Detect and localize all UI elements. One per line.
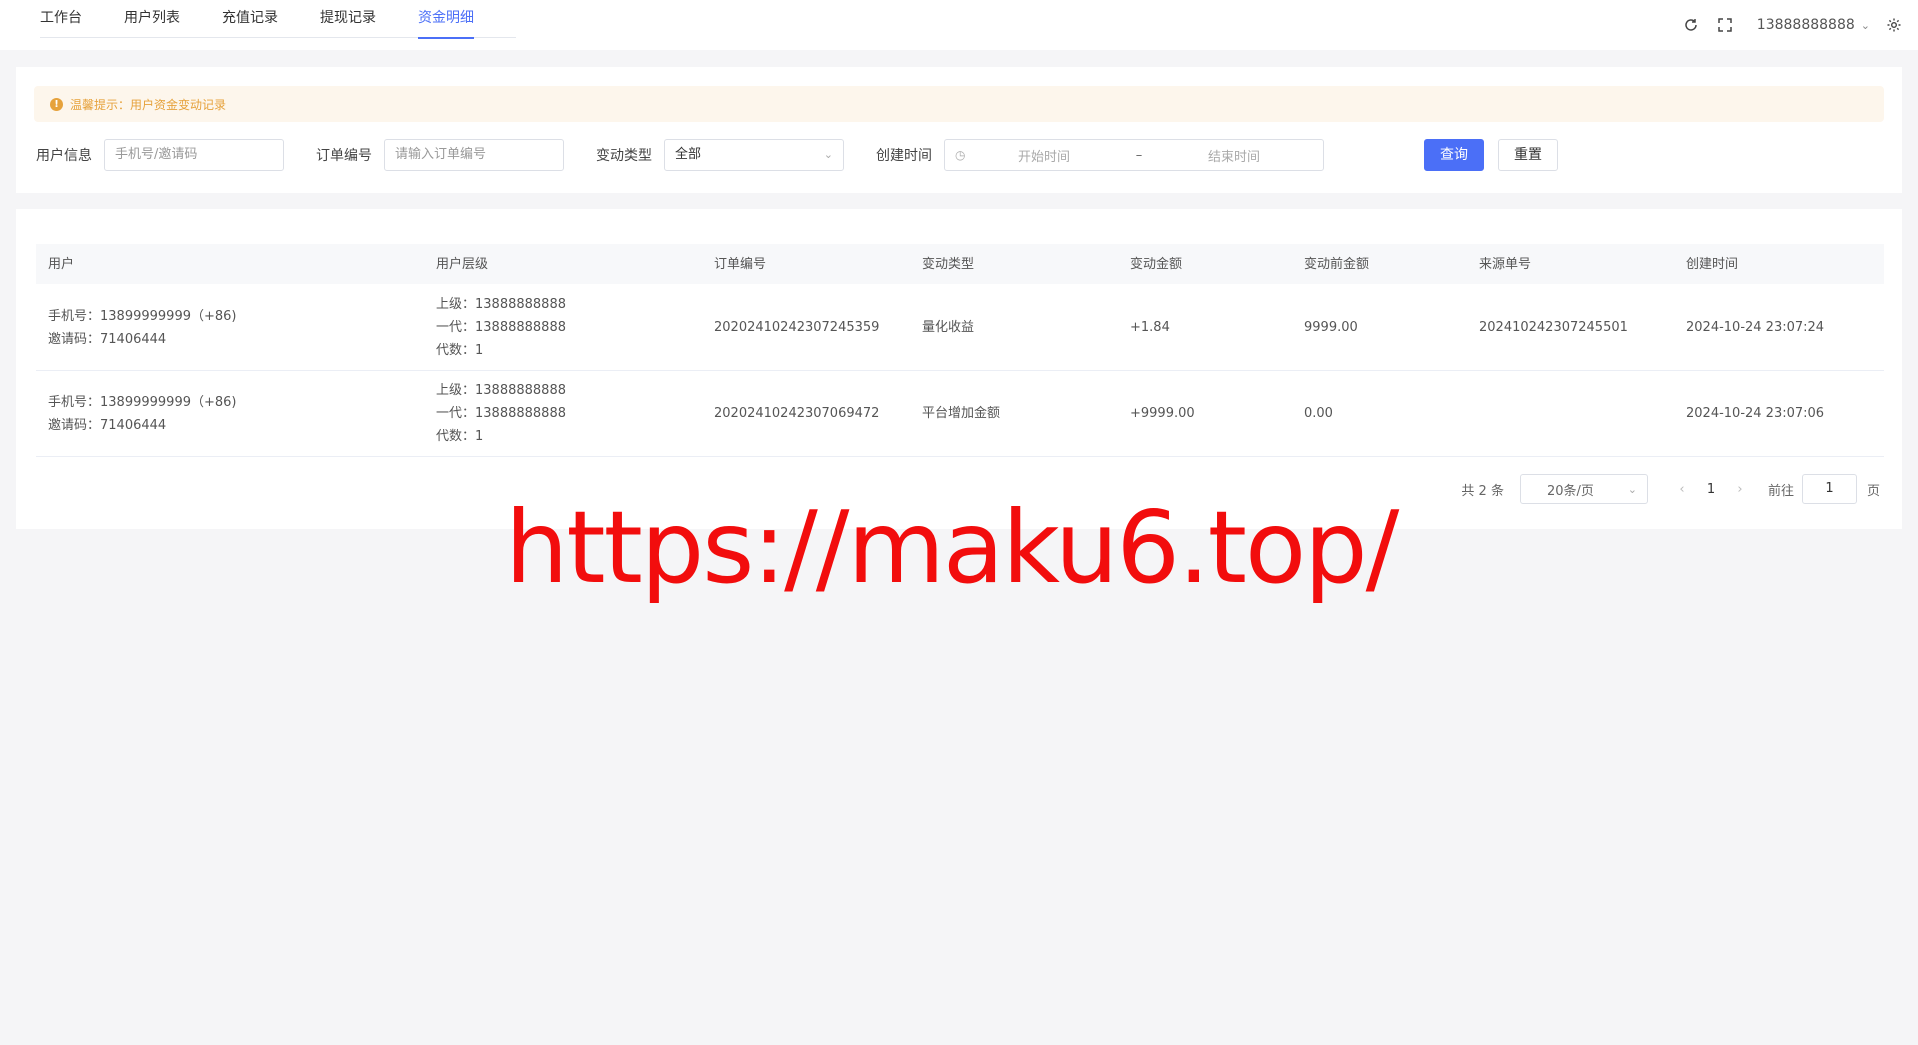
goto-label: 前往 — [1767, 483, 1794, 499]
user-phone: 手机号：13899999999（+86) — [48, 394, 237, 410]
col-source-no: 来源单号 — [1479, 256, 1532, 272]
user-info-label: 用户信息 — [36, 148, 92, 164]
change-amount-cell: +1.84 — [1130, 320, 1170, 335]
tip-alert: ! 温馨提示：用户资金变动记录 — [34, 86, 1884, 122]
change-type-cell: 平台增加金额 — [922, 406, 1001, 421]
order-no-label: 订单编号 — [316, 148, 372, 164]
chevron-down-icon: ⌄ — [1627, 482, 1637, 496]
table-header: 用户 用户层级 订单编号 变动类型 变动金额 变动前金额 来源单号 创建时间 — [36, 244, 1884, 284]
pagination: 共 2 条 20条/页 ⌄ ‹ 1 › 前往 1 页 — [1461, 474, 1880, 504]
change-type-select[interactable]: 全部 ⌄ — [664, 139, 844, 171]
col-change-type: 变动类型 — [922, 256, 975, 272]
tab-withdraw-records[interactable]: 提现记录 — [320, 0, 376, 38]
col-created-time: 创建时间 — [1686, 256, 1739, 272]
fullscreen-icon[interactable] — [1715, 15, 1735, 35]
user-level-cell: 上级：13888888888 一代：13888888888 代数：1 — [436, 285, 566, 370]
page-size-select[interactable]: 20条/页 ⌄ — [1519, 474, 1648, 504]
chevron-down-icon: ⌄ — [1860, 18, 1870, 32]
first-gen: 一代：13888888888 — [436, 406, 566, 421]
tab-bar: 工作台 用户列表 充值记录 提现记录 资金明细 — [40, 0, 516, 39]
total-count: 共 2 条 — [1461, 483, 1504, 499]
change-type-cell: 量化收益 — [922, 320, 975, 335]
date-range-picker[interactable]: ◷ 开始时间 – 结束时间 — [944, 139, 1324, 171]
prev-page-button[interactable]: ‹ — [1670, 482, 1694, 497]
create-time-label: 创建时间 — [876, 148, 932, 164]
generation-count: 代数：1 — [436, 343, 484, 358]
order-no-input[interactable]: 请输入订单编号 — [384, 139, 564, 171]
change-type-label: 变动类型 — [596, 148, 652, 164]
source-no-cell: 202410242307245501 — [1479, 320, 1628, 335]
top-bar: 工作台 用户列表 充值记录 提现记录 资金明细 13888888888 ⌄ — [0, 0, 1918, 50]
tab-workbench[interactable]: 工作台 — [40, 0, 82, 38]
header-actions: 13888888888 ⌄ — [1667, 10, 1904, 40]
warning-icon: ! — [50, 97, 63, 111]
col-user: 用户 — [48, 256, 75, 272]
user-cell: 手机号：13899999999（+86) 邀请码：71406444 — [48, 285, 237, 370]
before-amount-cell: 0.00 — [1304, 406, 1333, 421]
superior: 上级：13888888888 — [436, 383, 566, 398]
first-gen: 一代：13888888888 — [436, 320, 566, 335]
col-before-amount: 变动前金额 — [1304, 256, 1370, 272]
goto-page-input[interactable]: 1 — [1801, 474, 1857, 504]
reset-button[interactable]: 重置 — [1498, 139, 1558, 171]
user-menu[interactable]: 13888888888 ⌄ — [1757, 17, 1870, 33]
user-invite-code: 邀请码：71406444 — [48, 331, 167, 347]
end-time-input[interactable]: 结束时间 — [1159, 146, 1309, 165]
table-card: 用户 用户层级 订单编号 变动类型 变动金额 变动前金额 来源单号 创建时间 手… — [16, 209, 1902, 529]
tab-user-list[interactable]: 用户列表 — [124, 0, 180, 38]
order-no-cell: 20202410242307245359 — [714, 320, 880, 335]
clock-icon: ◷ — [955, 148, 966, 162]
superior: 上级：13888888888 — [436, 297, 566, 312]
next-page-button[interactable]: › — [1728, 482, 1752, 497]
page-size-value: 20条/页 — [1546, 483, 1594, 499]
tab-recharge-records[interactable]: 充值记录 — [222, 0, 278, 38]
col-user-level: 用户层级 — [436, 256, 489, 272]
order-no-cell: 20202410242307069472 — [714, 406, 880, 421]
tab-fund-details[interactable]: 资金明细 — [418, 0, 474, 39]
tip-text: 温馨提示：用户资金变动记录 — [70, 97, 227, 112]
user-cell: 手机号：13899999999（+86) 邀请码：71406444 — [48, 371, 237, 456]
user-level-cell: 上级：13888888888 一代：13888888888 代数：1 — [436, 371, 566, 456]
page-number[interactable]: 1 — [1694, 482, 1728, 497]
watermark-text: https://maku6.top/ — [505, 489, 1399, 606]
user-invite-code: 邀请码：71406444 — [48, 417, 167, 433]
page-suffix: 页 — [1866, 483, 1880, 499]
query-button[interactable]: 查询 — [1424, 139, 1484, 171]
chevron-down-icon: ⌄ — [823, 148, 833, 161]
col-order-no: 订单编号 — [714, 256, 767, 272]
created-time-cell: 2024-10-24 23:07:24 — [1686, 320, 1825, 335]
generation-count: 代数：1 — [436, 429, 484, 444]
start-time-input[interactable]: 开始时间 — [969, 146, 1119, 165]
table-row: 手机号：13899999999（+86) 邀请码：71406444 上级：138… — [36, 285, 1884, 371]
table-row: 手机号：13899999999（+86) 邀请码：71406444 上级：138… — [36, 371, 1884, 457]
col-change-amount: 变动金额 — [1130, 256, 1183, 272]
settings-icon[interactable] — [1884, 15, 1904, 35]
refresh-icon[interactable] — [1681, 15, 1701, 35]
filter-card: ! 温馨提示：用户资金变动记录 用户信息 手机号/邀请码 订单编号 请输入订单编… — [16, 67, 1902, 193]
change-amount-cell: +9999.00 — [1130, 406, 1195, 421]
user-phone: 手机号：13899999999（+86) — [48, 308, 237, 324]
user-name: 13888888888 — [1756, 17, 1855, 33]
created-time-cell: 2024-10-24 23:07:06 — [1686, 406, 1825, 421]
filter-row: 用户信息 手机号/邀请码 订单编号 请输入订单编号 变动类型 全部 ⌄ 创建时间… — [36, 139, 1558, 171]
before-amount-cell: 9999.00 — [1304, 320, 1358, 335]
range-separator: – — [1135, 147, 1143, 163]
user-info-input[interactable]: 手机号/邀请码 — [104, 139, 284, 171]
change-type-value: 全部 — [675, 147, 702, 162]
